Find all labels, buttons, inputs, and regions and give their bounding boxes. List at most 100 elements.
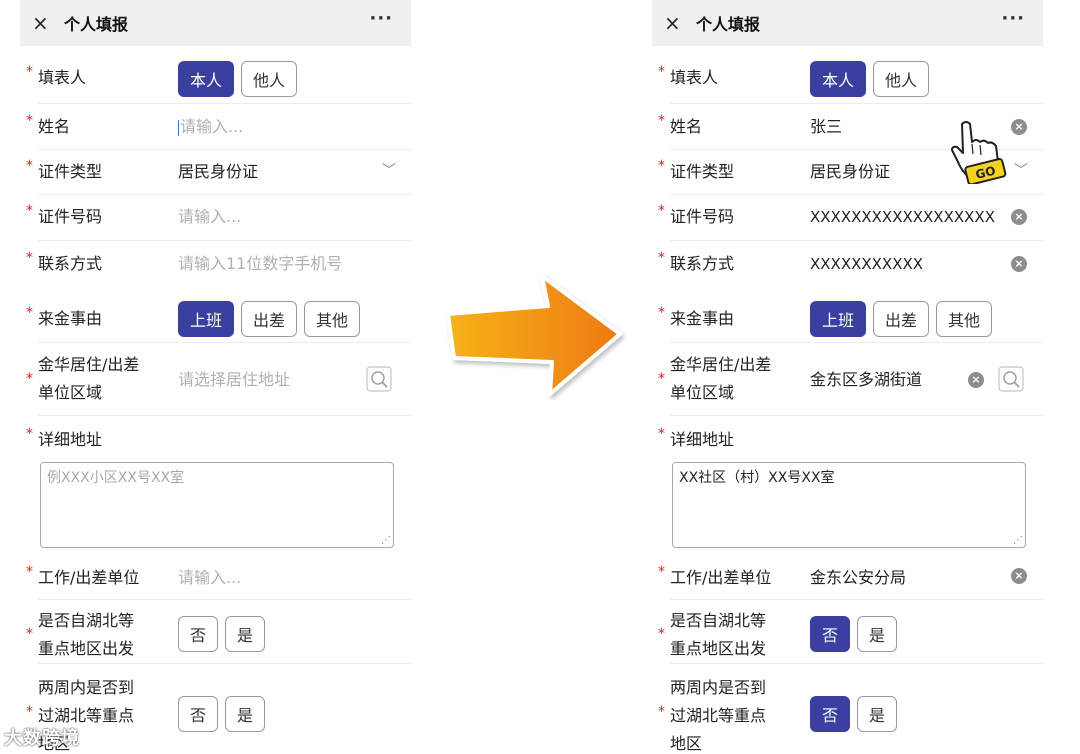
name-label: 姓名 bbox=[38, 117, 71, 136]
reason-label: 来金事由 bbox=[670, 309, 735, 328]
required-mark: * bbox=[658, 704, 665, 720]
page-title: 个人填报 bbox=[696, 15, 761, 34]
reason-trip-button[interactable]: 出差 bbox=[241, 301, 297, 337]
filler-row: * 填表人 本人 他人 bbox=[20, 56, 411, 104]
required-mark: * bbox=[26, 203, 33, 219]
reason-row: * 来金事由 上班 出差 其他 bbox=[20, 297, 411, 343]
reason-trip-button[interactable]: 出差 bbox=[873, 301, 929, 337]
from-hubei-no-button[interactable]: 否 bbox=[178, 616, 218, 652]
required-mark: * bbox=[26, 371, 33, 387]
required-mark: * bbox=[658, 371, 665, 387]
address-textarea[interactable]: 例XXX小区XX号XX室 ⋰ bbox=[40, 462, 394, 548]
filler-self-button[interactable]: 本人 bbox=[810, 61, 866, 97]
required-mark: * bbox=[26, 250, 33, 266]
been-hubei-no-button[interactable]: 否 bbox=[178, 696, 218, 732]
page-title: 个人填报 bbox=[64, 15, 129, 34]
contact-input[interactable]: XXXXXXXXXXX bbox=[810, 254, 923, 274]
area-select[interactable]: 金东区多湖街道 bbox=[810, 370, 922, 390]
area-row: * 金华居住/出差 单位区域 请选择居住地址 bbox=[20, 343, 411, 416]
required-mark: * bbox=[658, 564, 665, 580]
form-after: × 个人填报 ··· * 填表人 本人 他人 * 姓名 张三 × * 证件类型 … bbox=[652, 0, 1043, 754]
reason-other-button[interactable]: 其他 bbox=[304, 301, 360, 337]
id-number-input[interactable]: 请输入... bbox=[178, 207, 241, 227]
pointer-hand-icon: GO bbox=[948, 118, 1008, 186]
required-mark: * bbox=[26, 564, 33, 580]
id-number-input[interactable]: XXXXXXXXXXXXXXXXXX bbox=[810, 207, 995, 227]
filler-other-button[interactable]: 他人 bbox=[873, 61, 929, 97]
required-mark: * bbox=[658, 113, 665, 129]
been-hubei-yes-button[interactable]: 是 bbox=[225, 696, 265, 732]
required-mark: * bbox=[26, 113, 33, 129]
id-type-select[interactable]: 居民身份证 bbox=[810, 162, 890, 182]
id-number-label: 证件号码 bbox=[670, 207, 735, 226]
area-label: 金华居住/出差 bbox=[38, 355, 140, 374]
text-cursor bbox=[178, 119, 179, 136]
reason-work-button[interactable]: 上班 bbox=[178, 301, 234, 337]
id-type-select[interactable]: 居民身份证 bbox=[178, 162, 258, 182]
reason-other-button[interactable]: 其他 bbox=[936, 301, 992, 337]
name-row: * 姓名 请输入... bbox=[20, 104, 411, 150]
employer-label: 工作/出差单位 bbox=[38, 568, 140, 587]
close-icon[interactable]: × bbox=[32, 13, 54, 33]
filler-self-button[interactable]: 本人 bbox=[178, 61, 234, 97]
employer-row: * 工作/出差单位 金东公安分局 × bbox=[652, 556, 1043, 600]
required-mark: * bbox=[26, 158, 33, 174]
more-icon[interactable]: ··· bbox=[1001, 8, 1025, 29]
chevron-down-icon[interactable]: ﹀ bbox=[382, 160, 396, 180]
id-number-label: 证件号码 bbox=[38, 207, 103, 226]
id-type-label: 证件类型 bbox=[38, 162, 103, 181]
been-hubei-no-button[interactable]: 否 bbox=[810, 696, 850, 732]
area-label: 金华居住/出差 bbox=[670, 355, 772, 374]
filler-row: * 填表人 本人 他人 bbox=[652, 56, 1043, 104]
clear-icon[interactable]: × bbox=[1011, 568, 1027, 584]
id-type-label: 证件类型 bbox=[670, 162, 735, 181]
resize-grip-icon[interactable]: ⋰ bbox=[1013, 535, 1023, 546]
from-hubei-label-line2: 重点地区出发 bbox=[670, 639, 767, 658]
required-mark: * bbox=[658, 250, 665, 266]
address-label: 详细地址 bbox=[670, 430, 735, 449]
resize-grip-icon[interactable]: ⋰ bbox=[381, 535, 391, 546]
reason-work-button[interactable]: 上班 bbox=[810, 301, 866, 337]
chevron-down-icon[interactable]: ﹀ bbox=[1014, 160, 1028, 180]
reason-label: 来金事由 bbox=[38, 309, 103, 328]
employer-input[interactable]: 金东公安分局 bbox=[810, 568, 906, 588]
from-hubei-row: * 是否自湖北等 重点地区出发 否 是 bbox=[652, 600, 1043, 664]
name-input[interactable]: 张三 bbox=[810, 117, 842, 137]
header-bar: × 个人填报 ··· bbox=[20, 0, 411, 46]
contact-input[interactable]: 请输入11位数字手机号 bbox=[178, 254, 342, 274]
address-textarea[interactable]: XX社区（村）XX号XX室 ⋰ bbox=[672, 462, 1026, 548]
clear-icon[interactable]: × bbox=[1011, 119, 1027, 135]
name-label: 姓名 bbox=[670, 117, 703, 136]
required-mark: * bbox=[26, 64, 33, 80]
search-icon[interactable] bbox=[366, 366, 392, 392]
required-mark: * bbox=[658, 64, 665, 80]
name-input[interactable]: 请输入... bbox=[178, 117, 243, 137]
contact-label: 联系方式 bbox=[38, 254, 103, 273]
been-hubei-yes-button[interactable]: 是 bbox=[857, 696, 897, 732]
id-type-row: * 证件类型 居民身份证 ﹀ bbox=[20, 150, 411, 195]
filler-other-button[interactable]: 他人 bbox=[241, 61, 297, 97]
employer-input[interactable]: 请输入... bbox=[178, 568, 241, 588]
contact-row: * 联系方式 请输入11位数字手机号 bbox=[20, 241, 411, 287]
filler-label: 填表人 bbox=[38, 68, 87, 87]
address-row: * 详细地址 例XXX小区XX号XX室 ⋰ bbox=[20, 416, 411, 556]
clear-icon[interactable]: × bbox=[1011, 209, 1027, 225]
employer-label: 工作/出差单位 bbox=[670, 568, 772, 587]
arrow-right-icon bbox=[440, 270, 630, 400]
from-hubei-no-button[interactable]: 否 bbox=[810, 616, 850, 652]
clear-icon[interactable]: × bbox=[968, 372, 984, 388]
employer-row: * 工作/出差单位 请输入... bbox=[20, 556, 411, 600]
from-hubei-yes-button[interactable]: 是 bbox=[857, 616, 897, 652]
more-icon[interactable]: ··· bbox=[369, 8, 393, 29]
contact-label: 联系方式 bbox=[670, 254, 735, 273]
filler-label: 填表人 bbox=[670, 68, 719, 87]
from-hubei-label: 是否自湖北等 bbox=[670, 611, 767, 630]
clear-icon[interactable]: × bbox=[1011, 256, 1027, 272]
search-icon[interactable] bbox=[998, 366, 1024, 392]
required-mark: * bbox=[658, 203, 665, 219]
from-hubei-label-line2: 重点地区出发 bbox=[38, 639, 135, 658]
close-icon[interactable]: × bbox=[664, 13, 686, 33]
from-hubei-yes-button[interactable]: 是 bbox=[225, 616, 265, 652]
required-mark: * bbox=[26, 626, 33, 642]
area-select[interactable]: 请选择居住地址 bbox=[178, 370, 290, 390]
